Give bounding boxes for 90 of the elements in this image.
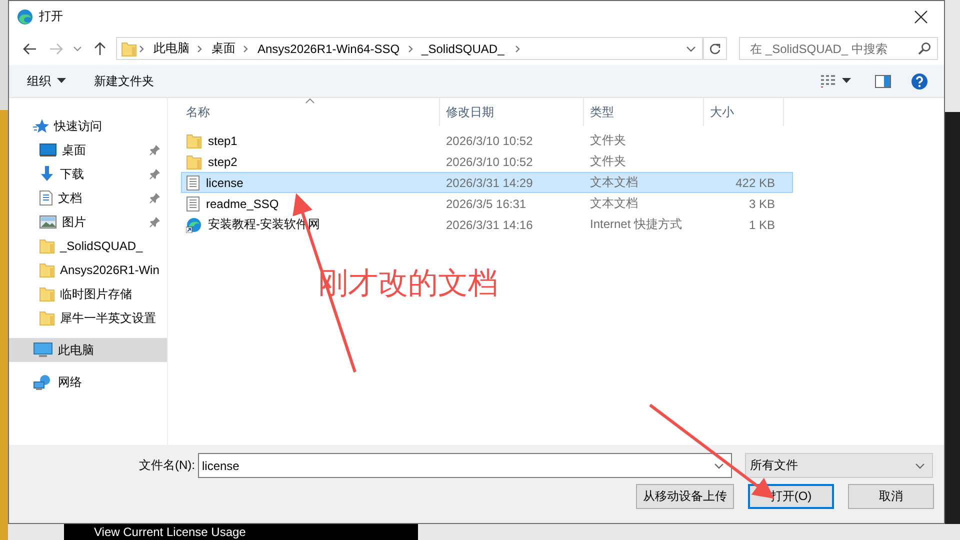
- chevron-right-icon: [138, 44, 146, 54]
- app-icon: [17, 8, 33, 24]
- file-name: step1: [208, 134, 238, 148]
- sidebar-item[interactable]: 网络: [9, 370, 167, 394]
- file-name: readme_SSQ: [206, 196, 279, 210]
- list-view-icon: [820, 74, 836, 88]
- chevron-down-icon: [914, 462, 926, 470]
- text-file-icon: [186, 196, 200, 212]
- filename-field[interactable]: license: [198, 453, 732, 478]
- chevron-right-icon: [242, 44, 250, 54]
- file-size: 422 KB: [734, 176, 775, 190]
- file-type: 文本文档: [589, 195, 639, 212]
- forward-arrow-icon: [48, 42, 63, 54]
- sidebar-item[interactable]: 图片: [9, 210, 167, 234]
- file-type: Internet 快捷方式: [589, 216, 684, 233]
- column-header[interactable]: 类型: [584, 98, 704, 126]
- folder-icon: [39, 238, 55, 254]
- chevron-right-icon: [196, 44, 204, 54]
- modified-date: 2026/3/5 16:31: [445, 196, 528, 210]
- sidebar-item[interactable]: Ansys2026R1-Win: [9, 258, 167, 282]
- caret-icon: [842, 78, 851, 84]
- breadcrumb[interactable]: 桌面: [205, 38, 242, 59]
- dialog-button[interactable]: 从移动设备上传: [636, 484, 734, 509]
- file-row[interactable]: license 2026/3/31 14:29 文本文档 422 KB: [181, 172, 793, 193]
- file-type-dropdown[interactable]: 所有文件: [745, 453, 933, 478]
- chevron-down-icon: [73, 46, 82, 52]
- text-file-icon: [186, 174, 200, 190]
- file-type: 文件夹: [589, 153, 627, 170]
- sidebar-item[interactable]: 快速访问: [9, 114, 167, 138]
- search-field[interactable]: 在 _SolidSQUAD_ 中搜索: [739, 37, 938, 60]
- folder-icon: [39, 286, 55, 302]
- folder-icon: [39, 310, 55, 326]
- new-folder-button[interactable]: 新建文件夹: [86, 68, 162, 94]
- file-name: step2: [208, 154, 238, 168]
- refresh-button[interactable]: [704, 37, 728, 60]
- caret-icon: [57, 78, 66, 84]
- column-header[interactable]: 名称: [168, 98, 440, 126]
- sidebar-item[interactable]: 临时图片存储: [9, 282, 167, 306]
- help-icon: [911, 72, 928, 90]
- column-header[interactable]: 大小: [704, 98, 784, 126]
- file-name: license: [206, 176, 244, 190]
- column-header[interactable]: 修改日期: [440, 98, 584, 126]
- organize-menu[interactable]: 组织: [19, 68, 74, 94]
- search-icon: [918, 42, 932, 55]
- folder-icon: [186, 154, 202, 170]
- sidebar-item[interactable]: 桌面: [9, 138, 167, 162]
- download-arrow-icon: [39, 165, 55, 183]
- modified-date: 2026/3/31 14:29: [445, 176, 534, 190]
- chevron-down-icon: [713, 462, 725, 470]
- file-row[interactable]: readme_SSQ 2026/3/5 16:31 文本文档 3 KB: [181, 193, 793, 214]
- file-type: 文件夹: [589, 132, 627, 149]
- star-icon: [33, 118, 49, 134]
- sidebar-item[interactable]: 犀牛一半英文设置: [9, 306, 167, 330]
- breadcrumb[interactable]: 此电脑: [147, 38, 196, 59]
- breadcrumb[interactable]: _SolidSQUAD_: [416, 38, 510, 59]
- chevron-right-icon: [514, 44, 522, 54]
- pane-icon: [875, 74, 891, 88]
- modified-date: 2026/3/10 10:52: [445, 134, 534, 148]
- folder-icon: [39, 262, 55, 278]
- background-button-label: View Current License Usage: [94, 525, 246, 539]
- file-row[interactable]: step2 2026/3/10 10:52 文件夹: [181, 151, 793, 172]
- shortcut-icon: [186, 216, 202, 232]
- dialog-button[interactable]: 取消: [848, 484, 934, 509]
- sidebar-item[interactable]: 下载: [9, 162, 167, 186]
- modified-date: 2026/3/31 14:16: [445, 218, 534, 232]
- filename-label: 文件名(N):: [138, 457, 196, 474]
- close-icon: [914, 10, 928, 24]
- sidebar-item[interactable]: 此电脑: [9, 338, 167, 362]
- file-size: 1 KB: [748, 218, 775, 232]
- breadcrumb[interactable]: Ansys2026R1-Win64-SSQ: [251, 38, 406, 59]
- file-row[interactable]: step1 2026/3/10 10:52 文件夹: [181, 130, 793, 151]
- picture-icon: [39, 215, 57, 229]
- modified-date: 2026/3/10 10:52: [445, 154, 534, 168]
- sidebar-item[interactable]: 文档: [9, 186, 167, 210]
- address-bar[interactable]: 此电脑 桌面 Ansys2026R1-Win64-SSQ _SolidSQUAD_: [116, 37, 704, 60]
- sidebar-item[interactable]: _SolidSQUAD_: [9, 234, 167, 258]
- folder-icon: [121, 40, 138, 56]
- file-type: 文本文档: [589, 174, 639, 191]
- chevron-right-icon: [406, 44, 415, 54]
- file-size: 3 KB: [748, 196, 775, 210]
- refresh-icon: [709, 42, 722, 54]
- desktop-icon: [39, 143, 57, 157]
- back-arrow-icon: [22, 42, 37, 54]
- network-icon: [33, 374, 53, 390]
- monitor-icon: [33, 342, 53, 358]
- chevron-down-icon: [684, 44, 697, 52]
- up-arrow-icon: [94, 42, 106, 56]
- window-title: 打开: [39, 8, 63, 25]
- document-icon: [39, 190, 53, 206]
- folder-icon: [186, 132, 202, 148]
